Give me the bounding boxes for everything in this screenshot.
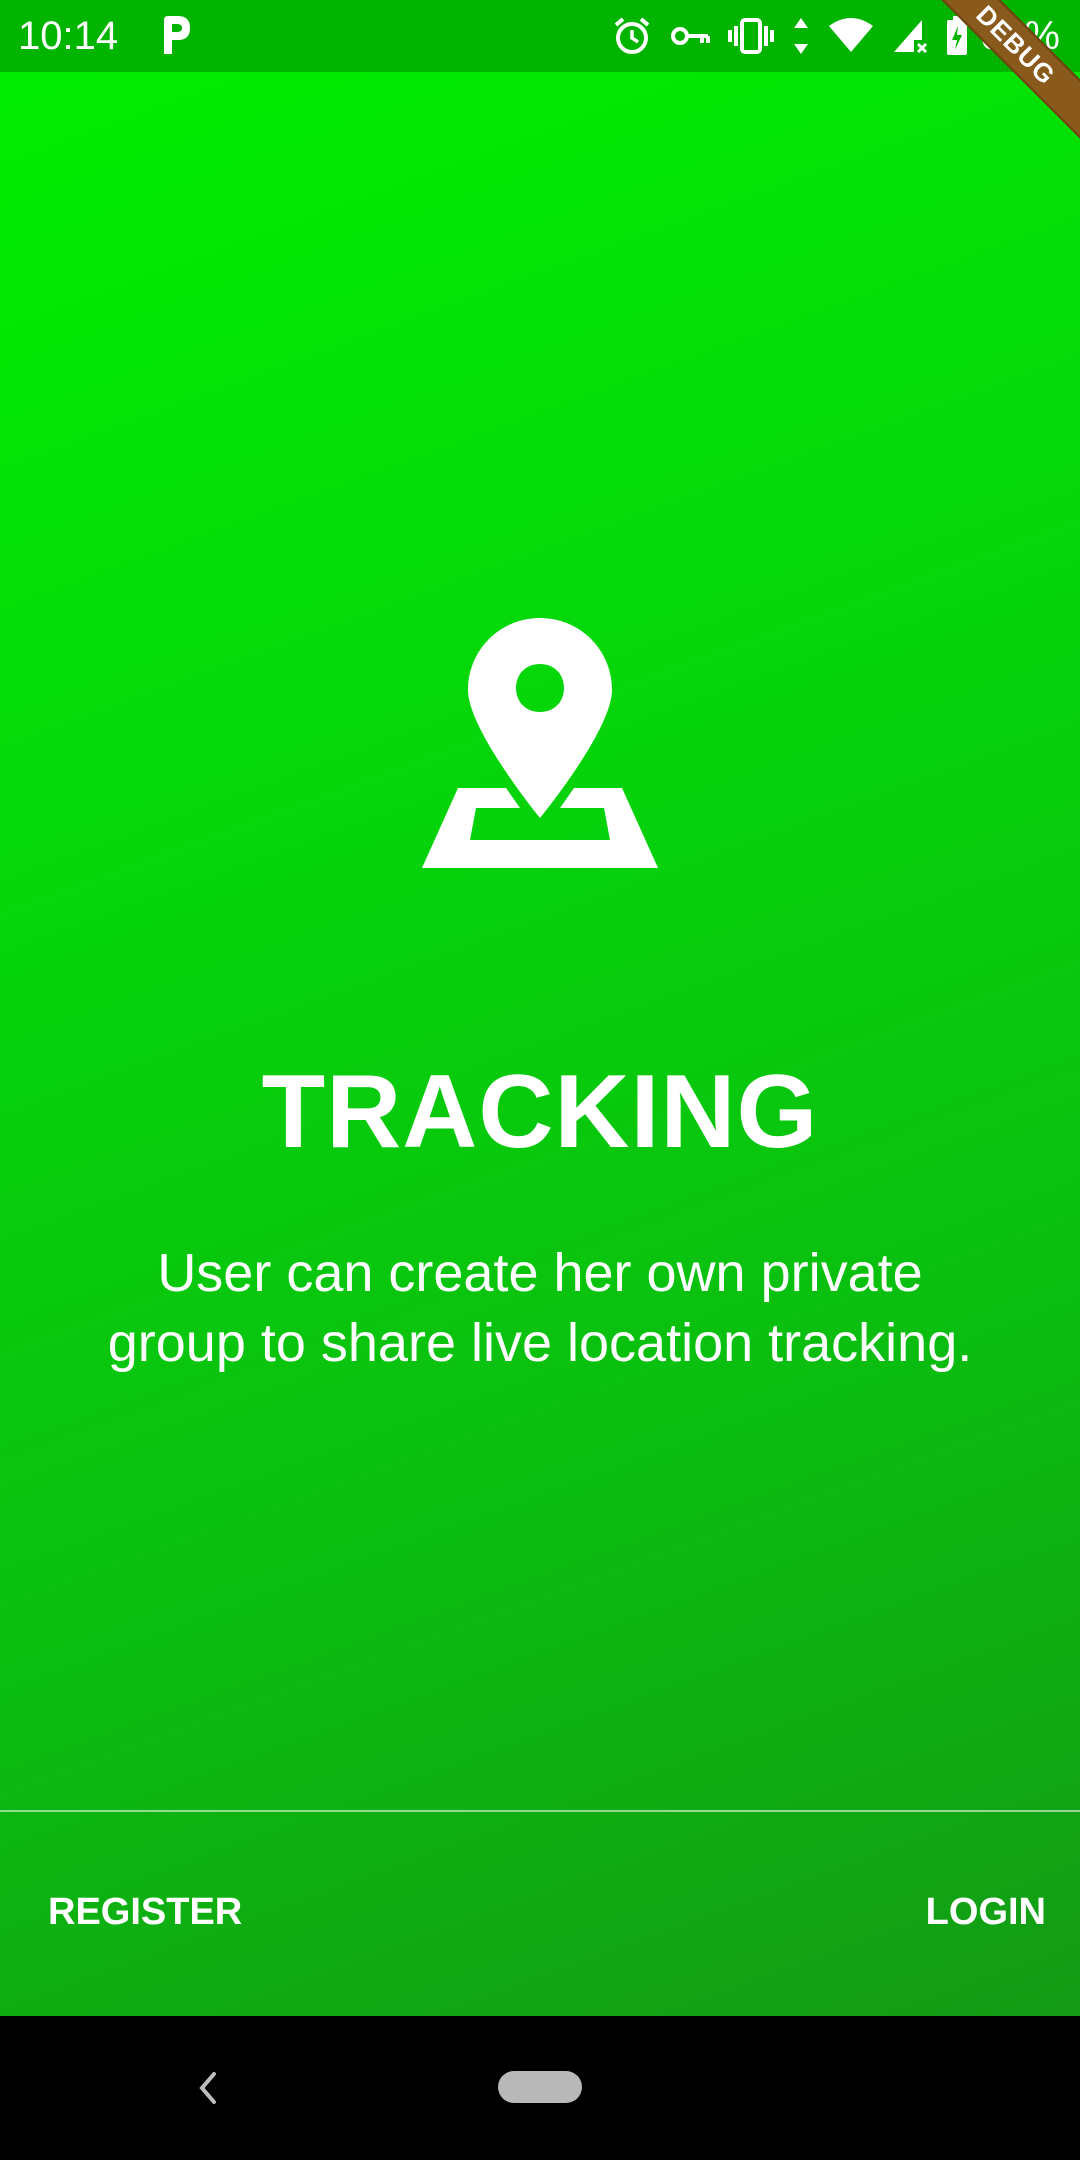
onboarding-description: User can create her own private group to… bbox=[107, 1243, 973, 1373]
navigation-bar bbox=[0, 2016, 1080, 2160]
vibrate-icon bbox=[728, 16, 774, 56]
divider bbox=[0, 1810, 1080, 1812]
register-button[interactable]: REGISTER bbox=[38, 1880, 252, 1944]
screen: 10:14 DEBUG TRACKING User can create her… bbox=[0, 0, 1080, 2160]
login-button[interactable]: LOGIN bbox=[916, 1880, 1056, 1944]
status-icons bbox=[612, 14, 968, 58]
app-background: 10:14 DEBUG TRACKING User can create her… bbox=[0, 0, 1080, 2016]
wifi-icon bbox=[828, 18, 874, 54]
data-arrows-icon bbox=[792, 16, 810, 56]
status-time: 10:14 bbox=[18, 14, 119, 58]
back-icon[interactable] bbox=[190, 2068, 226, 2108]
map-pin-icon bbox=[418, 614, 662, 874]
parking-icon bbox=[158, 14, 194, 58]
status-bar: 10:14 bbox=[0, 0, 1080, 72]
signal-icon bbox=[892, 18, 928, 54]
alarm-icon bbox=[612, 16, 652, 56]
home-pill-button[interactable] bbox=[498, 2071, 582, 2103]
vpn-key-icon bbox=[670, 21, 710, 51]
onboarding-title: TRACKING bbox=[261, 1054, 819, 1170]
